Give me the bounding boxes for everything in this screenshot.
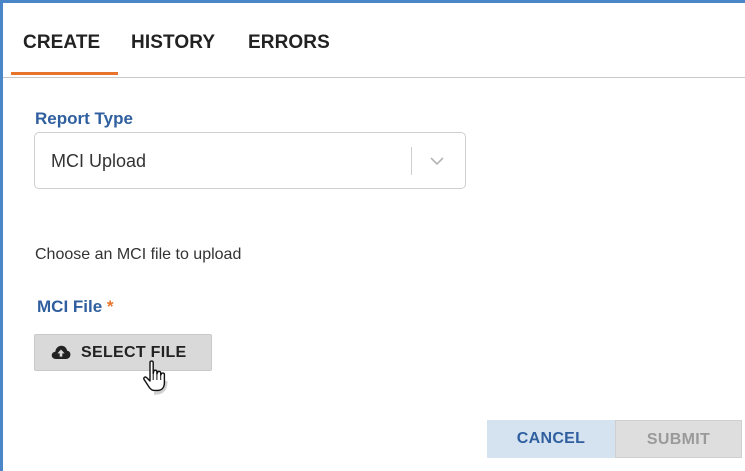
mci-file-label-text: MCI File [37, 297, 103, 316]
chevron-down-icon[interactable] [423, 149, 451, 173]
submit-label: SUBMIT [646, 431, 711, 448]
required-marker: * [106, 297, 114, 316]
cancel-button[interactable]: CANCEL [487, 420, 615, 458]
upload-panel: CREATE HISTORY ERRORS Report Type MCI Up… [0, 0, 745, 471]
active-tab-indicator [11, 72, 118, 75]
select-file-button[interactable]: SELECT FILE [34, 334, 212, 371]
mci-file-label: MCI File * [37, 297, 114, 317]
hand-pointer-cursor-icon [140, 359, 174, 399]
tab-bar: CREATE HISTORY ERRORS [3, 3, 745, 78]
cloud-upload-icon [51, 344, 71, 360]
report-type-label: Report Type [35, 109, 133, 128]
upload-hint: Choose an MCI file to upload [35, 246, 242, 263]
report-type-value: MCI Upload [51, 151, 147, 171]
select-divider [411, 147, 412, 175]
tab-history[interactable]: HISTORY [131, 32, 215, 54]
tab-create[interactable]: CREATE [23, 32, 100, 54]
cancel-label: CANCEL [516, 430, 586, 447]
report-type-select[interactable]: MCI Upload [34, 132, 466, 189]
tab-errors[interactable]: ERRORS [248, 32, 330, 54]
submit-button[interactable]: SUBMIT [615, 420, 742, 458]
